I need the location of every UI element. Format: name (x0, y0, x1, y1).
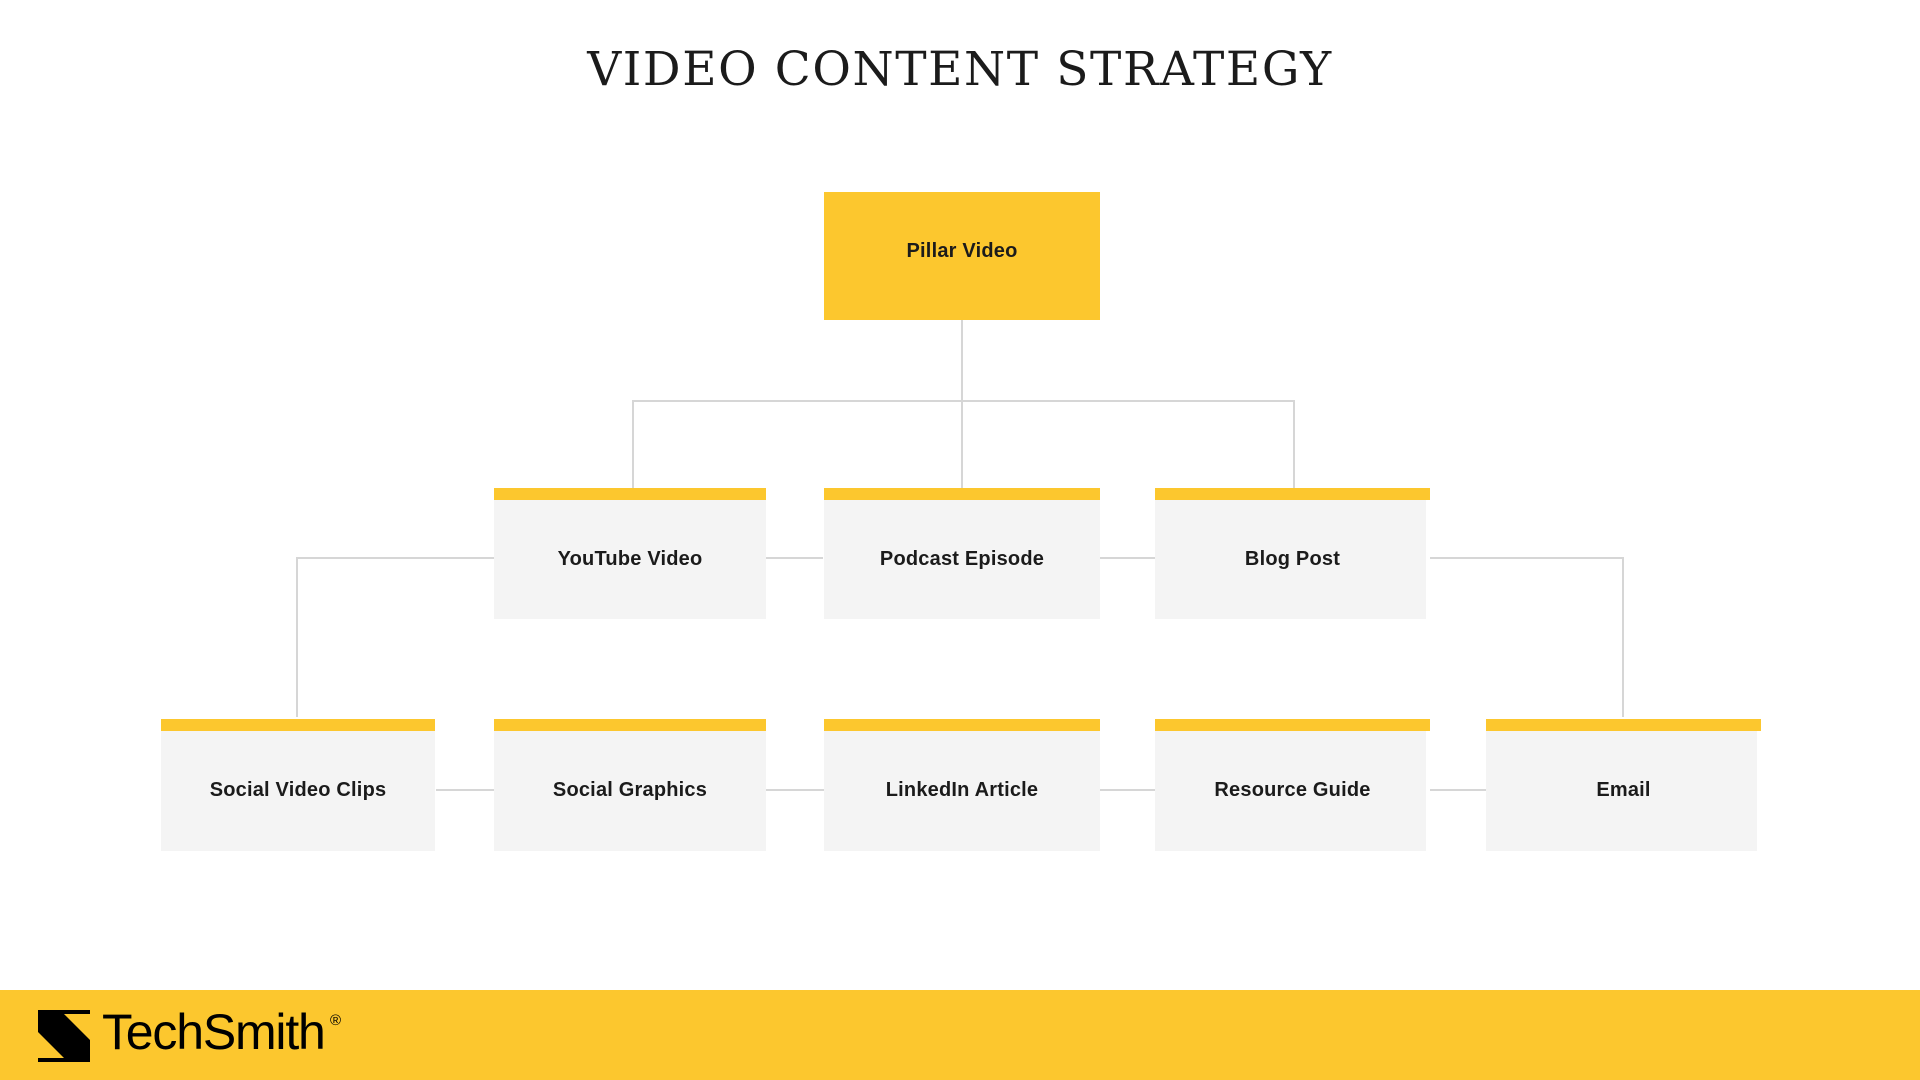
node-social-graphics[interactable]: Social Graphics (494, 719, 766, 851)
node-label-email: Email (1596, 779, 1651, 801)
node-label-social-graphics: Social Graphics (552, 779, 708, 801)
card-accent-bar (824, 488, 1100, 500)
node-label-linkedin-article: LinkedIn Article (885, 779, 1039, 801)
node-label-resource-guide: Resource Guide (1214, 779, 1371, 801)
connector-linkedin-to-resource (1100, 789, 1156, 791)
node-label-podcast-episode: Podcast Episode (879, 548, 1045, 570)
node-blog-post[interactable]: Blog Post (1155, 488, 1430, 619)
page-title: VIDEO CONTENT STRATEGY (587, 42, 1333, 97)
node-podcast-episode[interactable]: Podcast Episode (824, 488, 1100, 619)
techsmith-logo-icon (38, 1010, 90, 1062)
connector-drop-youtube (632, 400, 634, 490)
connector-youtube-left-arm (296, 557, 494, 559)
connector-podcast-to-blogpost (1100, 557, 1155, 559)
connector-blogpost-right-arm (1430, 557, 1624, 559)
card-accent-bar (494, 488, 766, 500)
svg-text:®: ® (330, 1012, 341, 1029)
node-label-blog-post: Blog Post (1244, 548, 1341, 570)
connector-drop-podcast (961, 400, 963, 490)
techsmith-wordmark: TechSmith ® (102, 1008, 341, 1060)
connector-left-drop-social-clips (296, 557, 298, 717)
node-social-video-clips[interactable]: Social Video Clips (161, 719, 435, 851)
node-pillar-video[interactable]: Pillar Video (824, 192, 1100, 320)
connector-youtube-to-podcast (765, 557, 823, 559)
connector-resource-to-email (1430, 789, 1486, 791)
connector-right-drop-email (1622, 557, 1624, 717)
node-youtube-video[interactable]: YouTube Video (494, 488, 766, 619)
techsmith-logo: TechSmith ® (38, 1008, 352, 1062)
connector-pillar-stem (961, 320, 963, 402)
card-accent-bar (1486, 719, 1761, 731)
node-label-pillar-video: Pillar Video (906, 240, 1018, 262)
node-resource-guide[interactable]: Resource Guide (1155, 719, 1430, 851)
card-accent-bar (161, 719, 435, 731)
node-label-youtube-video: YouTube Video (557, 548, 703, 570)
connector-drop-blogpost (1293, 400, 1295, 490)
connector-tier2-bus (632, 400, 1294, 402)
slide-canvas: VIDEO CONTENT STRATEGY Pillar Video YouT… (0, 0, 1920, 1080)
card-accent-bar (1155, 488, 1430, 500)
connector-graphics-to-linkedin (766, 789, 824, 791)
node-email[interactable]: Email (1486, 719, 1761, 851)
svg-text:TechSmith: TechSmith (102, 1008, 325, 1060)
card-accent-bar (824, 719, 1100, 731)
card-accent-bar (494, 719, 766, 731)
node-linkedin-article[interactable]: LinkedIn Article (824, 719, 1100, 851)
card-accent-bar (1155, 719, 1430, 731)
node-label-social-video-clips: Social Video Clips (209, 779, 387, 801)
connector-clips-to-graphics (436, 789, 494, 791)
